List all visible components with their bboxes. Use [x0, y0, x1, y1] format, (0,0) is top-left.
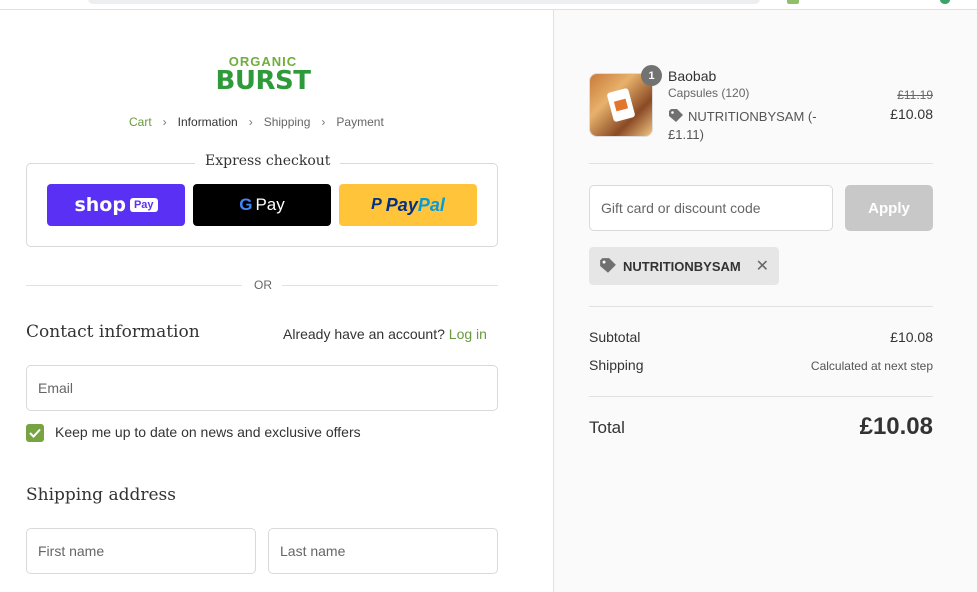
email-field[interactable]: Email — [26, 365, 498, 411]
total-label: Total — [589, 418, 625, 437]
paypal-button[interactable]: P Pay Pal — [339, 184, 477, 226]
discount-code-input[interactable]: Gift card or discount code — [589, 185, 833, 231]
last-name-field[interactable]: Last name — [268, 528, 498, 574]
account-prompt: Already have an account? Log in — [283, 326, 487, 342]
paypal-label-1: Pay — [385, 194, 418, 215]
chevron-right-icon: › — [248, 115, 253, 129]
paypal-p-icon: P — [371, 196, 382, 213]
last-name-placeholder: Last name — [280, 543, 346, 559]
logo-line-2: BURST — [215, 66, 311, 96]
remove-discount-icon[interactable]: ✕ — [756, 256, 769, 276]
breadcrumb-shipping: Shipping — [263, 115, 311, 129]
apply-button[interactable]: Apply — [845, 185, 933, 231]
shop-pay-badge: Pay — [129, 198, 158, 212]
discount-tag-icon — [669, 109, 683, 122]
quantity-badge: 1 — [641, 65, 662, 86]
divider — [26, 285, 242, 286]
product-bottle-image — [606, 87, 636, 123]
google-pay-label: Pay — [255, 195, 285, 214]
address-bar[interactable] — [88, 0, 760, 4]
divider — [589, 396, 933, 397]
divider — [589, 163, 933, 164]
newsletter-checkbox[interactable] — [26, 424, 44, 442]
or-separator: OR — [254, 278, 272, 292]
browser-top-bar — [0, 0, 977, 10]
first-name-field[interactable]: First name — [26, 528, 256, 574]
applied-discount-code: NUTRITIONBYSAM — [623, 258, 741, 274]
breadcrumb: Cart › Information › Shipping › Payment — [129, 115, 384, 129]
shipping-label: Shipping — [589, 357, 644, 373]
profile-icon[interactable] — [940, 0, 950, 4]
price-original: £11.19 — [897, 88, 933, 102]
extension-icon[interactable] — [787, 0, 799, 4]
discount-tag-icon — [600, 258, 616, 273]
product-variant: Capsules (120) — [668, 86, 750, 100]
shop-pay-button[interactable]: shop Pay — [47, 184, 185, 226]
account-prompt-text: Already have an account? — [283, 326, 445, 342]
express-checkout-title: Express checkout — [195, 153, 341, 169]
price-current: £10.08 — [890, 106, 933, 122]
breadcrumb-payment: Payment — [336, 115, 384, 129]
contact-heading: Contact information — [26, 322, 200, 342]
applied-discount-chip: NUTRITIONBYSAM ✕ — [589, 247, 779, 285]
breadcrumb-information: Information — [177, 115, 238, 129]
divider — [282, 285, 498, 286]
email-placeholder: Email — [38, 380, 74, 396]
product-discount-text: NUTRITIONBYSAM (-£1.11) — [668, 109, 817, 142]
breadcrumb-cart[interactable]: Cart — [129, 115, 152, 129]
google-g-icon: G — [239, 195, 253, 214]
divider — [589, 306, 933, 307]
store-logo[interactable]: ORGANIC BURST — [213, 55, 313, 94]
discount-code-placeholder: Gift card or discount code — [601, 200, 761, 216]
shipping-heading: Shipping address — [26, 485, 177, 505]
first-name-placeholder: First name — [38, 543, 105, 559]
total-value: £10.08 — [859, 413, 933, 440]
chevron-right-icon: › — [321, 115, 326, 129]
product-discount-note: NUTRITIONBYSAM (-£1.11) — [668, 108, 843, 144]
subtotal-value: £10.08 — [890, 329, 933, 345]
chevron-right-icon: › — [162, 115, 167, 129]
product-name: Baobab — [668, 68, 717, 84]
paypal-label-2: Pal — [417, 194, 445, 215]
shipping-value: Calculated at next step — [810, 359, 933, 373]
checkmark-icon — [29, 428, 41, 438]
subtotal-label: Subtotal — [589, 329, 641, 345]
newsletter-label[interactable]: Keep me up to date on news and exclusive… — [55, 424, 361, 440]
login-link[interactable]: Log in — [449, 326, 487, 342]
shop-pay-label: shop — [74, 194, 126, 216]
google-pay-button[interactable]: G Pay — [193, 184, 331, 226]
